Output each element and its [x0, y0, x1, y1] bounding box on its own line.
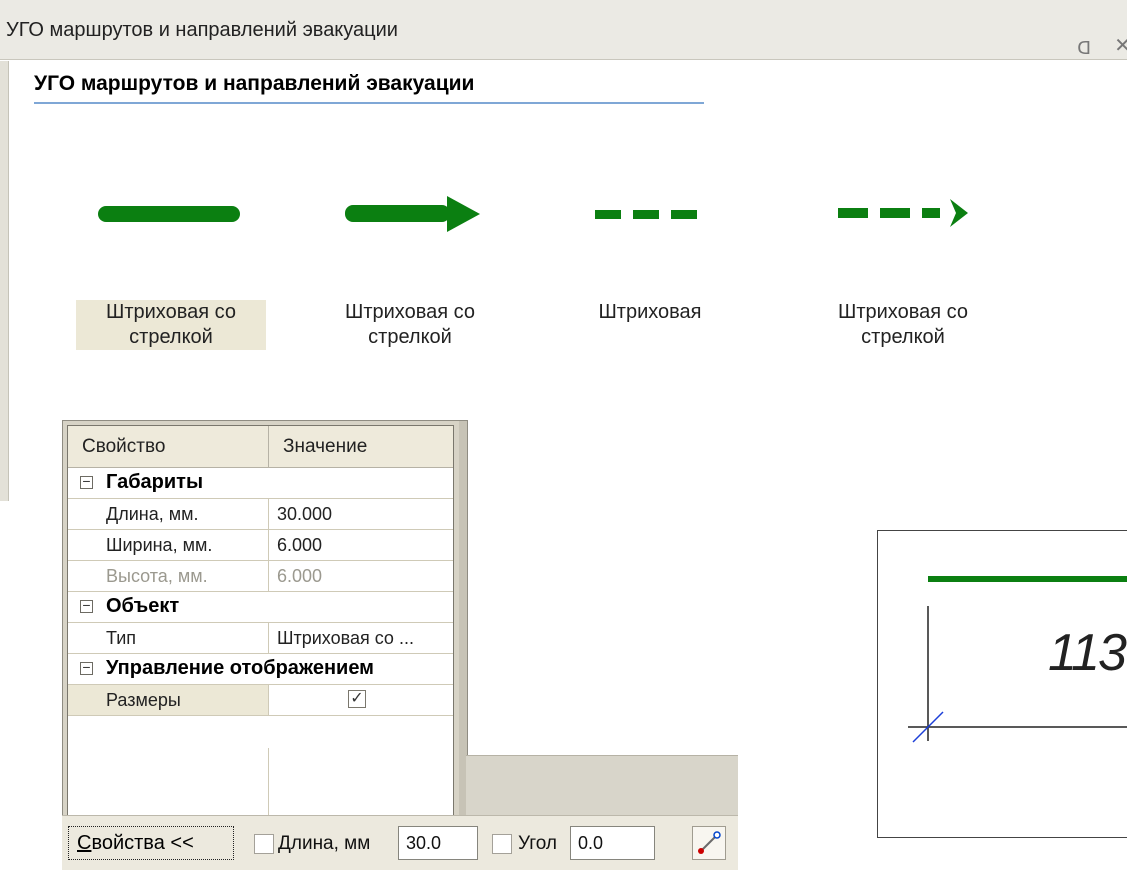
collapse-icon[interactable]: − — [80, 660, 93, 675]
symbol-dashed-line[interactable] — [595, 204, 700, 224]
symbol-solid-line[interactable] — [98, 198, 240, 230]
dimensions-checkbox[interactable]: ✓ — [348, 690, 366, 708]
preview-dimension-lines — [908, 606, 1127, 743]
angle-input[interactable]: 0.0 — [570, 826, 655, 860]
symbol-dashed-arrow[interactable] — [838, 197, 973, 231]
close-icon[interactable]: ✕ — [1114, 16, 1127, 76]
panel-title: УГО маршрутов и направлений эвакуации — [6, 19, 398, 41]
property-grid: Свойство Значение − Габариты Длина, мм. … — [67, 425, 454, 822]
symbol-label-1[interactable]: Штриховая со стрелкой — [76, 300, 266, 350]
property-row-length[interactable]: Длина, мм. 30.000 — [68, 499, 453, 530]
column-header-property[interactable]: Свойство — [68, 426, 269, 468]
symbol-label-2[interactable]: Штриховая со стрелкой — [315, 300, 505, 350]
length-input[interactable]: 30.0 — [398, 826, 478, 860]
grid-divider — [268, 748, 269, 822]
pin-icon[interactable]: ᗡ — [1077, 18, 1091, 78]
group-gabarity[interactable]: − Габариты — [68, 468, 453, 499]
panel-edge — [0, 61, 9, 501]
length-checkbox[interactable] — [254, 834, 274, 854]
property-row-height: Высота, мм. 6.000 — [68, 561, 453, 592]
collapse-icon[interactable]: − — [80, 474, 93, 489]
pick-point-button[interactable] — [692, 826, 726, 860]
angle-checkbox[interactable] — [492, 834, 512, 854]
bottom-toolbar: Свойства << Длина, мм 30.0 Угол 0.0 — [62, 815, 738, 870]
property-row-width[interactable]: Ширина, мм. 6.000 — [68, 530, 453, 561]
symbol-label-3[interactable]: Штриховая — [555, 300, 745, 325]
drawing-preview: 113 — [877, 530, 1127, 838]
length-label: Длина, мм — [278, 833, 371, 854]
angle-label: Угол — [518, 833, 557, 854]
property-row-type[interactable]: Тип Штриховая со ... — [68, 623, 453, 654]
column-header-value[interactable]: Значение — [269, 426, 453, 468]
pick-point-icon — [698, 831, 721, 854]
property-panel: Свойство Значение − Габариты Длина, мм. … — [62, 420, 468, 827]
property-row-dimensions[interactable]: Размеры ✓ — [68, 685, 453, 716]
lower-panel — [466, 755, 738, 816]
symbol-solid-arrow[interactable] — [345, 194, 480, 234]
symbol-label-4[interactable]: Штриховая со стрелкой — [808, 300, 998, 350]
section-title: УГО маршрутов и направлений эвакуации — [34, 72, 704, 104]
dimension-value: 113 — [1048, 624, 1127, 682]
properties-toggle-button[interactable]: Свойства << — [68, 826, 234, 860]
group-object[interactable]: − Объект — [68, 592, 453, 623]
panel-title-bar: УГО маршрутов и направлений эвакуации ᗡ … — [0, 0, 1127, 60]
collapse-icon[interactable]: − — [80, 598, 93, 613]
group-display-control[interactable]: − Управление отображением — [68, 654, 453, 685]
